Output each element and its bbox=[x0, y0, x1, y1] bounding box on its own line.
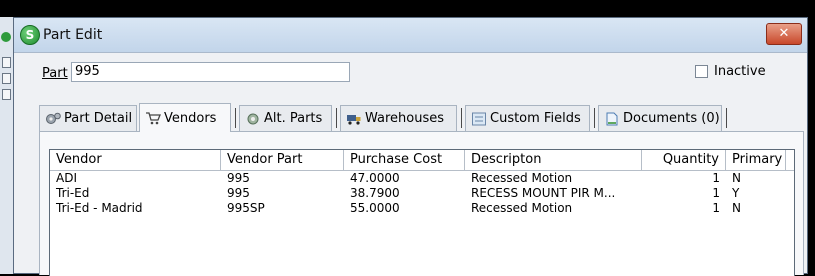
part-edit-window: S Part Edit ✕ Part 995 Inactive Part Det… bbox=[13, 17, 808, 276]
tab-vendors[interactable]: Vendors bbox=[139, 103, 231, 132]
part-label: Part bbox=[42, 66, 68, 81]
part-label-text: Part bbox=[42, 66, 68, 81]
tab-label: Alt. Parts bbox=[264, 111, 323, 126]
tab-label: Part Detail bbox=[64, 111, 133, 126]
cell-description: RECESS MOUNT PIR M... bbox=[471, 186, 616, 200]
column-header-vendor-part[interactable]: Vendor Part bbox=[221, 150, 344, 170]
cell-purchase-cost: 38.7900 bbox=[350, 186, 400, 200]
tab-part-detail[interactable]: Part Detail bbox=[39, 105, 137, 131]
cell-vendor-part: 995 bbox=[227, 171, 250, 185]
tab-alt-parts[interactable]: Alt. Parts bbox=[239, 105, 332, 131]
column-header-description[interactable]: Descripton bbox=[465, 150, 642, 170]
column-header-vendor[interactable]: Vendor bbox=[50, 150, 221, 170]
grid-header: Vendor Vendor Part Purchase Cost Descrip… bbox=[50, 150, 794, 171]
title-bar[interactable]: S Part Edit ✕ bbox=[14, 18, 807, 53]
column-header-quantity[interactable]: Quantity bbox=[642, 150, 726, 170]
cell-primary: N bbox=[732, 201, 741, 215]
gear-icon bbox=[247, 113, 259, 124]
cart-icon bbox=[146, 112, 161, 125]
column-header-purchase-cost[interactable]: Purchase Cost bbox=[344, 150, 465, 170]
cell-quantity: 1 bbox=[712, 186, 720, 200]
window-title: Part Edit bbox=[43, 27, 103, 43]
cell-purchase-cost: 55.0000 bbox=[350, 201, 400, 215]
cell-vendor: Tri-Ed bbox=[56, 186, 90, 200]
cell-quantity: 1 bbox=[712, 201, 720, 215]
app-logo-icon bbox=[1, 32, 11, 42]
toolbar-marker-icon bbox=[2, 89, 11, 100]
cell-description: Recessed Motion bbox=[471, 201, 573, 215]
tab-divider bbox=[336, 108, 337, 128]
tab-custom-fields[interactable]: Custom Fields bbox=[465, 105, 590, 131]
tab-divider bbox=[726, 108, 727, 128]
cell-purchase-cost: 47.0000 bbox=[350, 171, 400, 185]
tab-label: Warehouses bbox=[365, 111, 445, 126]
cell-vendor-part: 995 bbox=[227, 186, 250, 200]
tab-label: Vendors bbox=[164, 110, 217, 126]
inactive-checkbox[interactable] bbox=[695, 65, 708, 78]
cell-vendor-part: 995SP bbox=[227, 201, 265, 215]
tab-divider bbox=[461, 108, 462, 128]
tab-warehouses[interactable]: Warehouses bbox=[340, 105, 457, 131]
cell-vendor: ADI bbox=[56, 171, 77, 185]
tab-divider bbox=[235, 108, 236, 128]
close-button[interactable]: ✕ bbox=[766, 23, 802, 45]
tab-divider bbox=[594, 108, 595, 128]
cell-primary: Y bbox=[732, 186, 740, 200]
toolbar-marker-icon bbox=[2, 73, 11, 84]
cell-primary: N bbox=[732, 171, 741, 185]
table-row[interactable]: Tri-Ed 995 38.7900 RECESS MOUNT PIR M...… bbox=[50, 186, 794, 201]
cell-vendor: Tri-Ed - Madrid bbox=[56, 201, 143, 215]
form-icon bbox=[472, 112, 486, 125]
app-logo-icon: S bbox=[20, 25, 40, 45]
toolbar-marker-icon bbox=[2, 57, 11, 68]
table-row[interactable]: Tri-Ed - Madrid 995SP 55.0000 Recessed M… bbox=[50, 201, 794, 216]
table-row[interactable]: ADI 995 47.0000 Recessed Motion 1 N bbox=[50, 171, 794, 186]
truck-icon bbox=[347, 114, 361, 125]
background-app-strip bbox=[0, 17, 14, 274]
inactive-label: Inactive bbox=[714, 64, 766, 79]
vendors-panel: Vendor Vendor Part Purchase Cost Descrip… bbox=[39, 131, 804, 276]
tab-label: Documents (0) bbox=[623, 111, 720, 126]
gears-icon bbox=[46, 112, 61, 124]
tab-label: Custom Fields bbox=[490, 111, 581, 126]
part-number-input[interactable]: 995 bbox=[71, 62, 350, 82]
column-header-primary[interactable]: Primary bbox=[726, 150, 786, 170]
document-icon bbox=[606, 112, 618, 125]
vendors-grid[interactable]: Vendor Vendor Part Purchase Cost Descrip… bbox=[49, 149, 795, 276]
cell-description: Recessed Motion bbox=[471, 171, 573, 185]
cell-quantity: 1 bbox=[712, 171, 720, 185]
tab-documents[interactable]: Documents (0) bbox=[598, 105, 722, 131]
